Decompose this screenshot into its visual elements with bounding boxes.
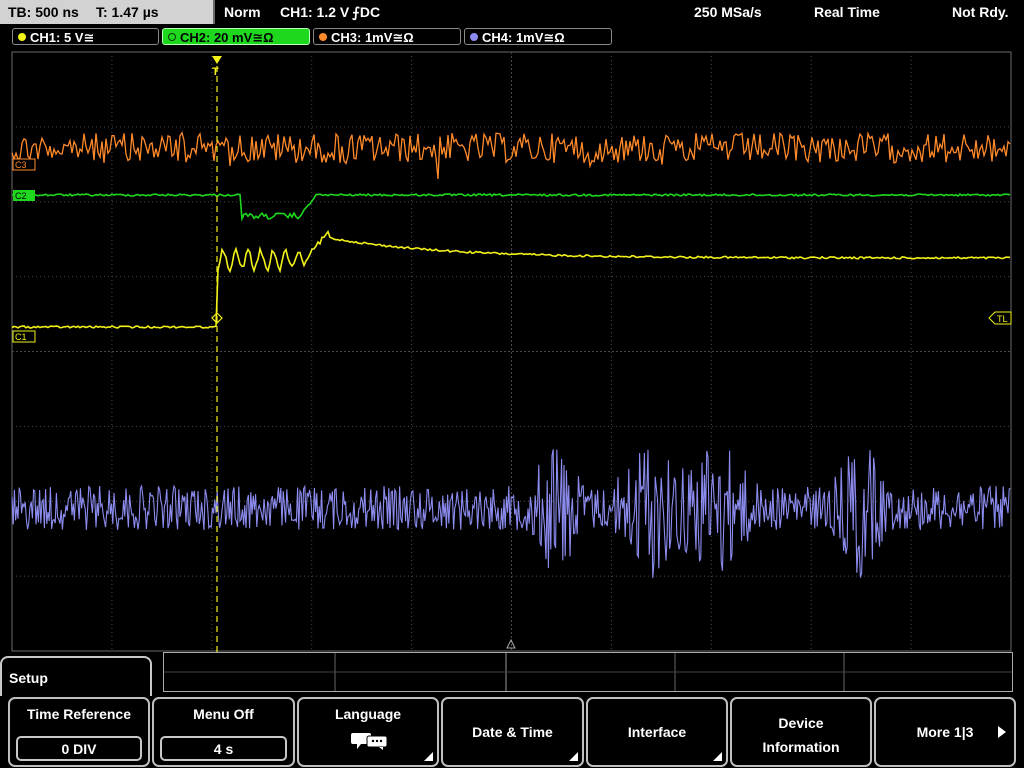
- status-bar: TB: 500 ns T: 1.47 µs Norm CH1: 1.2 V ⨍D…: [0, 0, 1024, 26]
- trigger-level-marker[interactable]: TL: [988, 311, 1012, 325]
- date-time-softkey[interactable]: Date & Time: [441, 697, 584, 767]
- menu-off-softkey[interactable]: Menu Off 4 s: [152, 697, 295, 767]
- submenu-corner-icon: [713, 752, 722, 761]
- timebase-value: TB: 500 ns: [8, 4, 79, 20]
- submenu-corner-icon: [569, 752, 578, 761]
- channel-tab-label: CH1: 5 V≅: [30, 30, 95, 45]
- next-page-arrow-icon: [998, 726, 1006, 738]
- trigger-time-value: T: 1.47 µs: [96, 4, 159, 20]
- ch4-color-dot-icon: [470, 33, 478, 41]
- ch1-color-dot-icon: [18, 33, 26, 41]
- time-reference-value: 0 DIV: [16, 736, 142, 761]
- ch3-marker[interactable]: C3: [12, 158, 36, 171]
- timebase-box[interactable]: TB: 500 ns T: 1.47 µs: [0, 0, 215, 24]
- channel-tab-label: CH2: 20 mV≅Ω: [180, 30, 274, 45]
- speech-bubble-icon: [351, 733, 388, 750]
- softkey-label: More 1|3: [916, 724, 974, 740]
- softkey-label-line1: Device: [778, 715, 824, 731]
- ch3-marker-label: C3: [15, 160, 27, 170]
- waveform-display[interactable]: T C3 C2 C1 TL: [0, 48, 1024, 654]
- ch1-marker[interactable]: C1: [12, 330, 36, 343]
- menu-title: Setup: [9, 670, 48, 686]
- menu-off-value: 4 s: [160, 736, 287, 761]
- softkey-label-line2: Information: [762, 739, 840, 755]
- softkey-label: Interface: [627, 724, 687, 740]
- sample-rate: 250 MSa/s: [694, 4, 762, 20]
- acquisition-mode: Real Time: [814, 4, 880, 20]
- softkey-label: Date & Time: [472, 724, 553, 740]
- interface-softkey[interactable]: Interface: [586, 697, 728, 767]
- more-softkey[interactable]: More 1|3: [874, 697, 1016, 767]
- ch2-marker[interactable]: C2: [13, 190, 35, 201]
- channel-tab-label: CH4: 1mV≅Ω: [482, 30, 565, 45]
- menu-title-tab: Setup: [0, 656, 152, 696]
- channel-tab-label: CH3: 1mV≅Ω: [331, 30, 414, 45]
- submenu-corner-icon: [424, 752, 433, 761]
- ch2-marker-label: C2: [15, 191, 27, 201]
- ch3-color-dot-icon: [319, 33, 327, 41]
- trigger-source[interactable]: CH1: 1.2 V: [280, 0, 349, 24]
- trigger-marker-label: T: [212, 66, 219, 78]
- trigger-level-label: TL: [997, 314, 1008, 324]
- softkey-label: Device Information: [732, 711, 870, 759]
- ch2-color-dot-icon: [168, 33, 176, 41]
- softkey-label: Menu Off: [193, 706, 254, 722]
- waveform-canvas[interactable]: T C3 C2 C1 TL: [0, 48, 1024, 654]
- device-information-softkey[interactable]: Device Information: [730, 697, 872, 767]
- softkey-label: Time Reference: [26, 706, 131, 722]
- channel-tab-ch2[interactable]: CH2: 20 mV≅Ω: [162, 28, 310, 45]
- trigger-position-marker[interactable]: T: [212, 56, 222, 78]
- softkey-label: Language: [334, 706, 402, 722]
- time-reference-softkey[interactable]: Time Reference 0 DIV: [8, 697, 150, 767]
- trigger-mode[interactable]: Norm: [224, 0, 261, 24]
- ready-state: Not Rdy.: [952, 4, 1009, 20]
- timeline-ticks: [164, 653, 1012, 691]
- channel-tab-ch1[interactable]: CH1: 5 V≅: [12, 28, 159, 45]
- channel-tab-ch4[interactable]: CH4: 1mV≅Ω: [464, 28, 612, 45]
- language-softkey[interactable]: Language: [297, 697, 439, 767]
- trigger-slope[interactable]: ⨍DC: [352, 0, 380, 24]
- ch1-marker-label: C1: [15, 332, 27, 342]
- channel-tab-ch3[interactable]: CH3: 1mV≅Ω: [313, 28, 461, 45]
- memory-timeline: [163, 652, 1013, 692]
- graticule: [11, 51, 1012, 652]
